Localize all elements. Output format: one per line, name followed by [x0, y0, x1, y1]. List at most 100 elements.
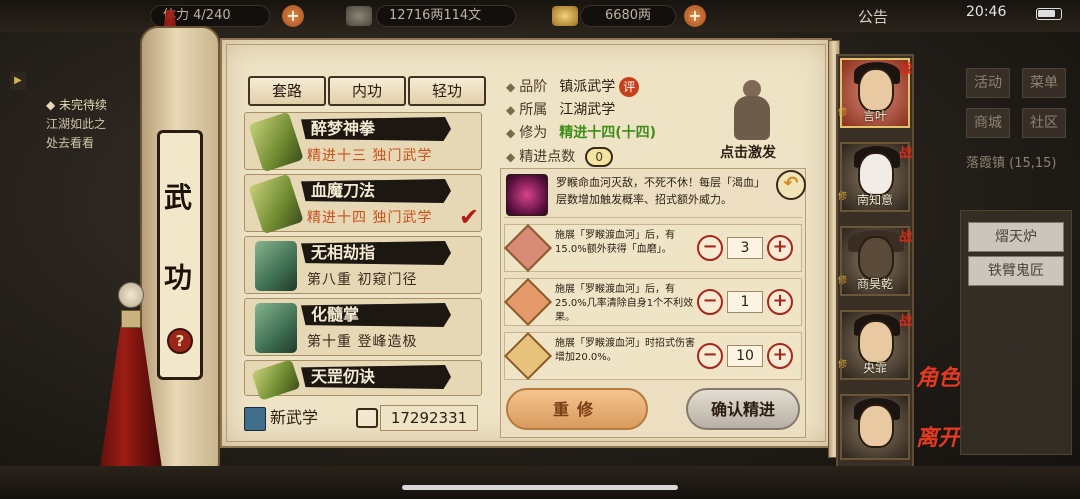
- stamina-value: 4/240: [193, 8, 231, 23]
- jade-knot-decoration: [118, 282, 144, 308]
- gold-counter: 6680两: [580, 5, 676, 27]
- character-card[interactable]: [840, 394, 910, 460]
- community-button[interactable]: 社区: [1022, 108, 1066, 138]
- character-card-selected[interactable]: 战 修 言叶: [838, 58, 912, 128]
- points-row: ◆ 精进点数 0: [506, 146, 614, 167]
- leave-tag[interactable]: 离开: [916, 420, 960, 452]
- skill-points-value: 17292331: [380, 405, 478, 431]
- cultivation-row: ◆ 修为 精进十四(十四): [506, 125, 657, 141]
- skill-item[interactable]: 无相劫指 第八重 初窥门径: [244, 236, 482, 294]
- skill-book-icon: [255, 303, 297, 353]
- character-portrait: [858, 404, 894, 448]
- increase-button[interactable]: +: [767, 235, 793, 261]
- quest-line: 江湖如此之: [46, 117, 107, 131]
- battle-badge: 战: [898, 230, 912, 245]
- tassel-band-decoration: [121, 310, 141, 328]
- decrease-button[interactable]: −: [697, 343, 723, 369]
- decrease-button[interactable]: −: [697, 289, 723, 315]
- reset-button[interactable]: 重修: [506, 388, 648, 430]
- skill-name: 血魔刀法: [301, 179, 451, 203]
- activity-button[interactable]: 活动: [966, 68, 1010, 98]
- confirm-advance-button[interactable]: 确认精进: [686, 388, 800, 430]
- rate-badge[interactable]: 评: [619, 77, 640, 97]
- bottom-menu-bar: [0, 466, 1080, 499]
- skill-level: 精进十三 独门武学: [307, 148, 433, 164]
- tab-lightness-skill[interactable]: 轻功: [408, 76, 486, 106]
- character-portrait: [858, 68, 894, 112]
- status-time: 20:46: [966, 4, 1007, 20]
- character-card[interactable]: 战 修 央霏: [838, 310, 912, 380]
- character-card[interactable]: 战 修 商昊乾: [838, 226, 912, 296]
- effect-description: 罗睺命血河灭敌，不死不休！每层「渴血」层数增加触发概率、招式额外威力。: [556, 176, 765, 206]
- cleanse-effect-icon: [503, 277, 553, 327]
- damage-effect-icon: [503, 331, 553, 381]
- character-name: 南知意: [856, 193, 893, 207]
- points-book-icon: [356, 408, 378, 428]
- grade-label: 品阶: [519, 79, 548, 95]
- character-name: 央霏: [862, 361, 887, 375]
- skill-item[interactable]: 醉梦神拳 精进十三 独门武学: [244, 111, 482, 173]
- add-gold-button[interactable]: +: [684, 5, 706, 27]
- belong-value: 江湖武学: [559, 102, 616, 118]
- battle-badge: 战: [898, 146, 912, 161]
- belong-label: 所属: [519, 102, 548, 118]
- skill-name: 天罡仞诀: [301, 365, 451, 389]
- grade-value: 镇派武学: [559, 79, 616, 95]
- skill-name: 无相劫指: [301, 241, 451, 265]
- help-icon[interactable]: ?: [167, 328, 193, 354]
- shop-button[interactable]: 商城: [966, 108, 1010, 138]
- skill-level: 第八重 初窥门径: [307, 272, 418, 288]
- skill-item-selected[interactable]: 血魔刀法 精进十四 独门武学 ✔: [244, 173, 482, 235]
- sub-effect-value: 1: [727, 291, 763, 313]
- quest-title: ◆ 未完待续: [46, 98, 108, 112]
- blood-effect-icon: [503, 223, 553, 273]
- role-tag[interactable]: 角色: [916, 360, 960, 392]
- increase-button[interactable]: +: [767, 343, 793, 369]
- furnace-button[interactable]: 熠天炉: [968, 222, 1064, 252]
- points-value: 0: [585, 147, 614, 167]
- sub-effect-value: 10: [727, 345, 763, 367]
- points-label: 精进点数: [519, 149, 576, 165]
- character-portrait: [858, 320, 894, 364]
- cultivation-label: 修为: [519, 125, 548, 141]
- skill-level: 第十重 登峰造极: [307, 334, 418, 350]
- sub-effect-text: 施展「罗睺渡血河」后，有25.0%几率清除自身1个不利效果。: [555, 284, 694, 323]
- blood-skill-icon: [506, 174, 548, 216]
- tab-routine[interactable]: 套路: [248, 76, 326, 106]
- character-name: 言叶: [862, 109, 887, 123]
- sub-effect-text: 施展「罗睺渡血河」后，有15.0%额外获得「血磨」。: [555, 230, 675, 255]
- activate-label[interactable]: 点击激发: [720, 142, 776, 162]
- selected-check-icon: ✔: [459, 203, 480, 231]
- notice-button[interactable]: 公告: [858, 6, 888, 27]
- character-portrait: [858, 152, 894, 196]
- increase-button[interactable]: +: [767, 289, 793, 315]
- sub-effect-row: 施展「罗睺渡血河」后，有25.0%几率清除自身1个不利效果。 − 1 +: [503, 277, 802, 327]
- tab-inner-skill[interactable]: 内功: [328, 76, 406, 106]
- gold-icon: [552, 6, 578, 26]
- home-indicator[interactable]: [402, 485, 678, 490]
- undo-arrow-icon[interactable]: ↶: [776, 170, 806, 200]
- panel-title-char: 武: [164, 181, 193, 214]
- quest-tracker[interactable]: ◆ 未完待续 江湖如此之 处去看看: [46, 96, 146, 153]
- skill-name: 化髓掌: [301, 303, 451, 327]
- decrease-button[interactable]: −: [697, 235, 723, 261]
- blacksmith-button[interactable]: 铁臂鬼匠: [968, 256, 1064, 286]
- location-label: 落霞镇 (15,15): [966, 156, 1057, 171]
- battery-icon: [1036, 8, 1062, 20]
- character-portrait: [858, 236, 894, 280]
- battle-badge: 战: [898, 314, 912, 329]
- book-plus-icon: [244, 406, 266, 431]
- expand-arrow-icon[interactable]: ▶: [10, 72, 26, 90]
- grade-row: ◆ 品阶 镇派武学评: [506, 76, 640, 97]
- add-stamina-button[interactable]: +: [282, 5, 304, 27]
- new-skill-button[interactable]: 新武学: [244, 404, 318, 431]
- sub-effect-row: 施展「罗睺渡血河」后，有15.0%额外获得「血磨」。 − 3 +: [503, 223, 802, 273]
- skill-item[interactable]: 化髓掌 第十重 登峰造极: [244, 298, 482, 356]
- quest-line: 处去看看: [46, 136, 95, 150]
- sub-effect-row: 施展「罗睺渡血河」时招式伤害增加20.0%。 − 10 +: [503, 331, 802, 381]
- sub-effect-text: 施展「罗睺渡血河」时招式伤害增加20.0%。: [555, 338, 695, 363]
- character-card[interactable]: 战 修 南知意: [838, 142, 912, 212]
- character-name: 商昊乾: [856, 277, 893, 291]
- skill-item[interactable]: 天罡仞诀: [244, 359, 482, 401]
- menu-button[interactable]: 菜单: [1022, 68, 1066, 98]
